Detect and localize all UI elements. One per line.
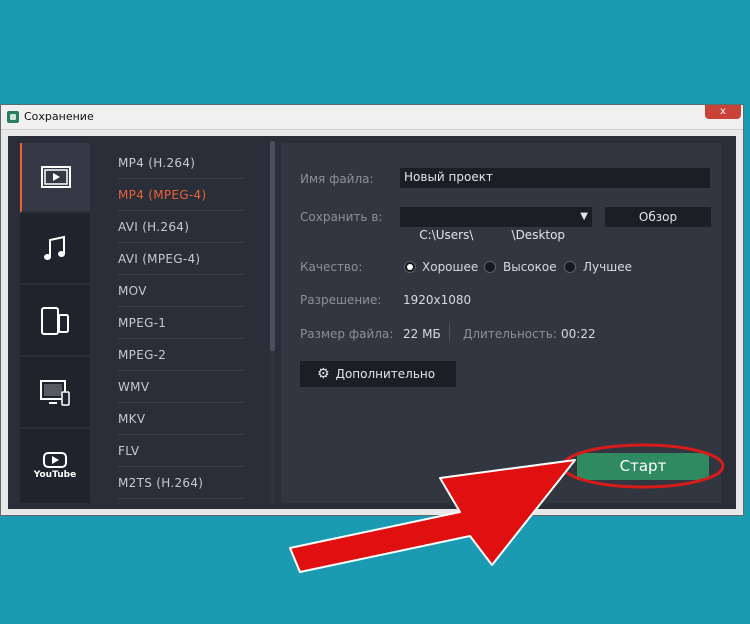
category-tv[interactable] bbox=[20, 359, 90, 429]
filesize-value: 22 МБ bbox=[403, 327, 441, 341]
format-item[interactable]: AVI (MPEG-4) bbox=[118, 243, 244, 275]
category-youtube[interactable]: YouTube bbox=[20, 431, 90, 501]
format-item[interactable]: FLV bbox=[118, 435, 244, 467]
title-bar[interactable]: Сохранение x bbox=[1, 105, 743, 130]
filename-input[interactable]: Новый проект bbox=[400, 168, 710, 188]
gear-icon: ⚙ bbox=[317, 366, 330, 382]
scrollbar-thumb[interactable] bbox=[270, 141, 275, 351]
quality-radio-good[interactable] bbox=[404, 261, 416, 273]
quality-radio-high[interactable] bbox=[484, 261, 496, 273]
tv-icon bbox=[40, 380, 70, 406]
category-devices[interactable] bbox=[20, 287, 90, 357]
save-path-select[interactable]: C:\Users\ \Desktop ▼ bbox=[400, 207, 592, 242]
advanced-button[interactable]: ⚙ Дополнительно bbox=[300, 361, 456, 387]
duration-label: Длительность: bbox=[463, 327, 557, 341]
format-item[interactable]: MP4 (H.264) bbox=[118, 147, 244, 179]
chevron-down-icon: ▼ bbox=[580, 211, 588, 222]
quality-option-label: Хорошее bbox=[422, 260, 479, 274]
window-title: Сохранение bbox=[24, 110, 94, 123]
divider bbox=[449, 323, 450, 341]
quality-radio-best[interactable] bbox=[564, 261, 576, 273]
format-item[interactable]: MOV bbox=[118, 275, 244, 307]
quality-option-label: Лучшее bbox=[583, 260, 632, 274]
category-video[interactable] bbox=[20, 143, 90, 213]
resolution-label: Разрешение: bbox=[300, 293, 382, 307]
mobile-devices-icon bbox=[41, 307, 69, 335]
music-note-icon bbox=[44, 235, 65, 260]
close-button[interactable]: x bbox=[705, 105, 741, 119]
resolution-value: 1920x1080 bbox=[403, 293, 472, 307]
filesize-label: Размер файла: bbox=[300, 327, 394, 341]
save-to-label: Сохранить в: bbox=[300, 210, 383, 224]
format-item[interactable]: AVI (H.264) bbox=[118, 211, 244, 243]
format-list: MP4 (H.264) MP4 (MPEG-4) AVI (H.264) AVI… bbox=[100, 136, 260, 509]
category-audio[interactable] bbox=[20, 215, 90, 285]
film-icon bbox=[41, 166, 71, 188]
duration-value: 00:22 bbox=[561, 327, 596, 341]
settings-panel bbox=[281, 143, 721, 503]
filename-label: Имя файла: bbox=[300, 172, 374, 186]
format-item[interactable]: MKV bbox=[118, 403, 244, 435]
format-item[interactable]: MPEG-1 bbox=[118, 307, 244, 339]
quality-label: Качество: bbox=[300, 260, 363, 274]
advanced-label: Дополнительно bbox=[335, 367, 436, 381]
quality-option-label: Высокое bbox=[503, 260, 557, 274]
format-item[interactable]: WMV bbox=[118, 371, 244, 403]
youtube-icon bbox=[43, 452, 67, 468]
start-button[interactable]: Старт bbox=[577, 453, 709, 480]
category-sidebar: YouTube bbox=[20, 143, 90, 503]
app-icon bbox=[7, 111, 19, 123]
format-scrollbar[interactable] bbox=[270, 141, 275, 503]
format-item[interactable]: MPEG-2 bbox=[118, 339, 244, 371]
youtube-label: YouTube bbox=[33, 470, 77, 480]
save-path-value: C:\Users\ \Desktop bbox=[419, 228, 566, 242]
format-item[interactable]: MP4 (MPEG-4) bbox=[118, 179, 244, 211]
format-item[interactable]: M2TS (H.264) bbox=[118, 467, 244, 499]
browse-button[interactable]: Обзор bbox=[605, 207, 711, 227]
